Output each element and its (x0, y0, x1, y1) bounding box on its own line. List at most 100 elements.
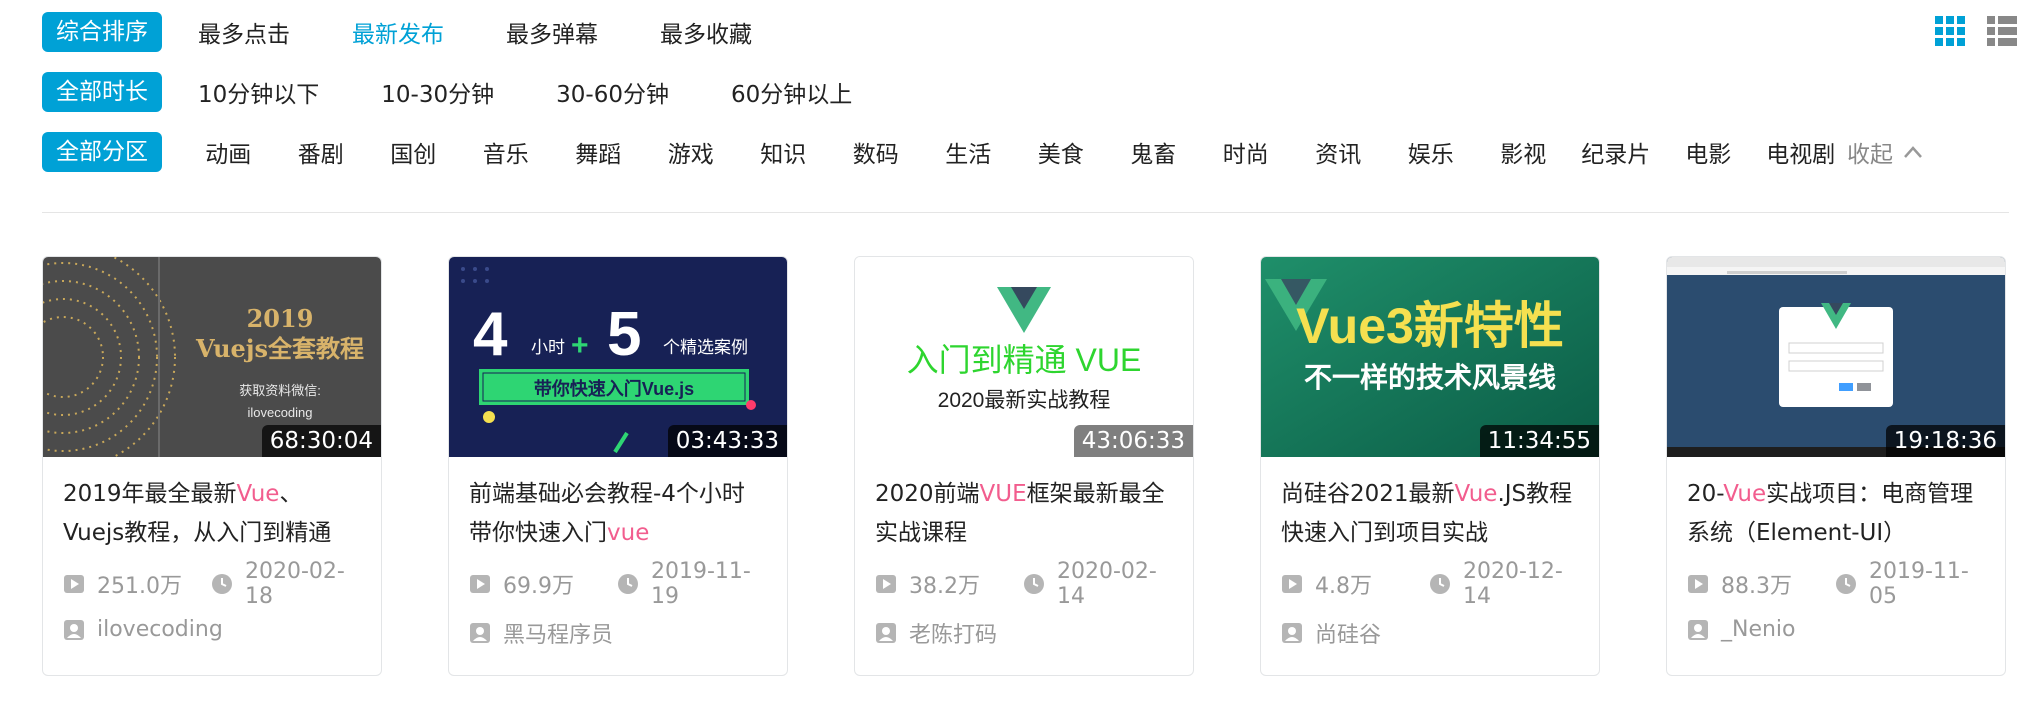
zone-option[interactable]: 鬼畜 (1107, 135, 1200, 169)
svg-text:5: 5 (607, 300, 641, 369)
video-card[interactable]: 入门到精通 VUE 2020最新实战教程 43:06:33 2020前端VUE框… (854, 256, 1194, 676)
video-author[interactable]: _Nenio (1667, 617, 2005, 642)
svg-text:Vuejs全套教程: Vuejs全套教程 (195, 334, 364, 363)
sort-filter-active[interactable]: 综合排序 (42, 12, 162, 52)
zone-option[interactable]: 游戏 (645, 135, 738, 169)
video-meta: 4.8万 2020-12-14 (1261, 559, 1599, 609)
zone-filter-row: 全部分区 动画 番剧 国创 音乐 舞蹈 游戏 知识 数码 生活 美食 鬼畜 时尚… (42, 132, 1923, 172)
sort-option-most-favorites[interactable]: 最多收藏 (660, 15, 752, 49)
duration-badge: 11:34:55 (1479, 425, 1599, 457)
sort-option-most-danmaku[interactable]: 最多弹幕 (506, 15, 598, 49)
video-author[interactable]: 黑马程序员 (449, 617, 787, 649)
svg-text:入门到精通 VUE: 入门到精通 VUE (907, 342, 1142, 378)
zone-filter-active[interactable]: 全部分区 (42, 132, 162, 172)
video-card[interactable]: Vue3新特性 不一样的技术风景线 11:34:55 尚硅谷2021最新Vue.… (1260, 256, 1600, 676)
zone-option[interactable]: 电影 (1662, 135, 1755, 169)
view-count: 4.8万 (1315, 574, 1372, 599)
play-icon (876, 575, 896, 593)
duration-filter-active[interactable]: 全部时长 (42, 72, 162, 112)
svg-text:2020最新实战教程: 2020最新实战教程 (938, 389, 1111, 412)
collapse-button[interactable]: 收起 (1847, 135, 1923, 169)
svg-text:2019: 2019 (247, 304, 314, 333)
svg-text:获取资料微信:: 获取资料微信: (239, 383, 321, 398)
upload-date: 2020-02-18 (211, 559, 361, 609)
zone-option[interactable]: 音乐 (460, 135, 553, 169)
user-icon (470, 623, 490, 643)
duration-option-over-60[interactable]: 60分钟以上 (731, 75, 852, 109)
video-author[interactable]: 老陈打码 (855, 617, 1193, 649)
zone-option[interactable]: 影视 (1477, 135, 1570, 169)
svg-text:个精选案例: 个精选案例 (663, 338, 748, 357)
view-count: 69.9万 (503, 574, 574, 599)
zone-option[interactable]: 国创 (367, 135, 460, 169)
clock-icon (1023, 574, 1044, 594)
duration-badge: 19:18:36 (1885, 425, 2005, 457)
video-card[interactable]: 4 小时 + 5 个精选案例 带你快速入门Vue.js 03:43:33 前端基… (448, 256, 788, 676)
video-title[interactable]: 2019年最全最新Vue、Vuejs教程，从入门到精通 (43, 457, 381, 557)
sort-filter-row: 综合排序 最多点击 最新发布 最多弹幕 最多收藏 (42, 12, 814, 52)
video-thumbnail[interactable]: 4 小时 + 5 个精选案例 带你快速入门Vue.js 03:43:33 (449, 257, 787, 457)
svg-text:带你快速入门Vue.js: 带你快速入门Vue.js (534, 378, 694, 399)
duration-option-30-60[interactable]: 30-60分钟 (556, 75, 669, 109)
video-title[interactable]: 20-Vue实战项目：电商管理系统（Element-UI） (1667, 457, 2005, 557)
grid-icon[interactable] (1933, 14, 1967, 48)
zone-option[interactable]: 资讯 (1292, 135, 1385, 169)
zone-option[interactable]: 舞蹈 (552, 135, 645, 169)
play-icon (1688, 575, 1708, 593)
video-author[interactable]: ilovecoding (43, 617, 381, 642)
upload-date: 2019-11-05 (1835, 559, 1985, 609)
video-meta: 38.2万 2020-02-14 (855, 559, 1193, 609)
view-count: 251.0万 (97, 574, 182, 599)
svg-text:不一样的技术风景线: 不一样的技术风景线 (1304, 361, 1556, 393)
user-icon (1282, 623, 1302, 643)
divider (42, 212, 2009, 213)
zone-option[interactable]: 纪录片 (1570, 135, 1663, 169)
clock-icon (617, 574, 638, 594)
list-icon[interactable] (1985, 14, 2019, 48)
video-meta: 251.0万 2020-02-18 (43, 559, 381, 609)
duration-badge: 43:06:33 (1073, 425, 1193, 457)
duration-filter-row: 全部时长 10分钟以下 10-30分钟 30-60分钟 60分钟以上 (42, 72, 914, 112)
clock-icon (211, 574, 232, 594)
svg-text:+: + (571, 329, 589, 362)
duration-option-under-10[interactable]: 10分钟以下 (198, 75, 319, 109)
collapse-label: 收起 (1847, 142, 1893, 168)
user-icon (64, 619, 84, 640)
zone-option[interactable]: 时尚 (1200, 135, 1293, 169)
video-thumbnail[interactable]: 19:18:36 (1667, 257, 2005, 457)
zone-option[interactable]: 美食 (1015, 135, 1108, 169)
video-title[interactable]: 前端基础必会教程-4个小时带你快速入门vue (449, 457, 787, 557)
zone-option[interactable]: 电视剧 (1755, 135, 1848, 169)
clock-icon (1835, 574, 1856, 594)
video-author[interactable]: 尚硅谷 (1261, 617, 1599, 649)
sort-option-newest[interactable]: 最新发布 (352, 15, 444, 49)
view-count: 88.3万 (1721, 574, 1792, 599)
zone-option[interactable]: 知识 (737, 135, 830, 169)
upload-date: 2020-02-14 (1023, 559, 1173, 609)
svg-text:小时: 小时 (531, 338, 565, 357)
video-card[interactable]: 19:18:36 20-Vue实战项目：电商管理系统（Element-UI） 8… (1666, 256, 2006, 676)
sort-option-most-clicks[interactable]: 最多点击 (198, 15, 290, 49)
zone-option[interactable]: 数码 (830, 135, 923, 169)
upload-date: 2020-12-14 (1429, 559, 1579, 609)
video-thumbnail[interactable]: 2019 Vuejs全套教程 获取资料微信: ilovecoding 68:30… (43, 257, 381, 457)
duration-option-10-30[interactable]: 10-30分钟 (381, 75, 494, 109)
play-icon (64, 575, 84, 593)
view-toggle (1933, 14, 2019, 48)
upload-date: 2019-11-19 (617, 559, 767, 609)
video-meta: 69.9万 2019-11-19 (449, 559, 787, 609)
duration-badge: 03:43:33 (667, 425, 787, 457)
video-title[interactable]: 2020前端VUE框架最新最全实战课程 (855, 457, 1193, 557)
video-thumbnail[interactable]: 入门到精通 VUE 2020最新实战教程 43:06:33 (855, 257, 1193, 457)
svg-text:4: 4 (473, 300, 508, 369)
video-card[interactable]: 2019 Vuejs全套教程 获取资料微信: ilovecoding 68:30… (42, 256, 382, 676)
video-title[interactable]: 尚硅谷2021最新Vue.JS教程快速入门到项目实战 (1261, 457, 1599, 557)
view-count: 38.2万 (909, 574, 980, 599)
zone-option[interactable]: 娱乐 (1385, 135, 1478, 169)
zone-option[interactable]: 动画 (182, 135, 275, 169)
zone-option[interactable]: 生活 (922, 135, 1015, 169)
svg-text:Vue3新特性: Vue3新特性 (1296, 298, 1564, 354)
clock-icon (1429, 574, 1450, 594)
zone-option[interactable]: 番剧 (275, 135, 368, 169)
video-thumbnail[interactable]: Vue3新特性 不一样的技术风景线 11:34:55 (1261, 257, 1599, 457)
